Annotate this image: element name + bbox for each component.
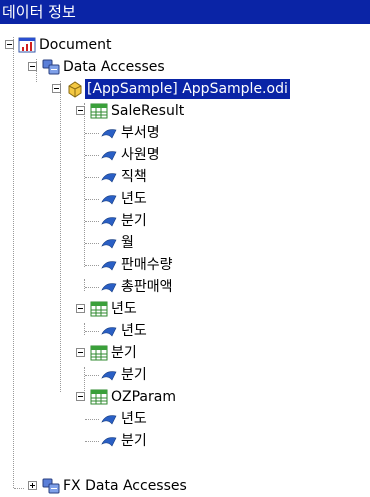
tree-field[interactable]: 년도 [0,188,370,210]
tree-label-field: 분기 [121,213,147,229]
collapse-toggle[interactable] [52,84,61,93]
tree-node-saleresult[interactable]: SaleResult [0,100,370,122]
field-icon [101,217,117,227]
field-icon [101,283,117,293]
tree-label-field: 년도 [121,323,147,339]
document-chart-icon [18,37,36,53]
tree-node-data-accesses[interactable]: Data Accesses [0,56,370,78]
tree-label-field: 년도 [121,191,147,207]
field-icon [101,195,117,205]
tree-label-set-quarter: 분기 [111,345,137,361]
tree-field[interactable]: 총판매액 [0,276,370,298]
field-icon [101,371,117,381]
tree-field[interactable]: 판매수량 [0,254,370,276]
tree-label-field: 판매수량 [121,257,173,273]
tree-label-field: 총판매액 [121,279,173,295]
tree-label-saleresult: SaleResult [111,103,185,119]
tree-label-field: 부서명 [121,125,160,141]
collapse-toggle[interactable] [76,106,85,115]
tree-node-fx-data-accesses[interactable]: FX Data Accesses [0,475,370,497]
tree-label-data-accesses: Data Accesses [63,59,165,75]
dataset-table-icon [90,301,108,317]
dataset-table-icon [90,103,108,119]
panel-title: 데이터 정보 [0,0,370,24]
database-group-icon [42,478,60,494]
tree-node-set-year[interactable]: 년도 [0,298,370,320]
field-icon [101,173,117,183]
dataset-table-icon [90,345,108,361]
tree-field[interactable]: 년도 [0,320,370,342]
tree-field[interactable]: 분기 [0,430,370,452]
tree-field[interactable]: 분기 [0,364,370,386]
collapse-toggle[interactable] [76,304,85,313]
tree-label-field: 사원명 [121,147,160,163]
collapse-toggle[interactable] [76,392,85,401]
tree-label-fx-data-accesses: FX Data Accesses [63,478,187,494]
tree-field[interactable]: 분기 [0,210,370,232]
tree-label-ozparam: OZParam [111,389,176,405]
field-icon [101,129,117,139]
database-group-icon [42,59,60,75]
tree-field[interactable]: 직책 [0,166,370,188]
tree-field[interactable]: 월 [0,232,370,254]
field-icon [101,437,117,447]
field-icon [101,239,117,249]
tree-label-datasource: [AppSample] AppSample.odi [85,79,290,99]
tree-node-datasource[interactable]: [AppSample] AppSample.odi [0,78,370,100]
dataset-table-icon [90,389,108,405]
tree-label-document: Document [39,37,112,53]
field-icon [101,151,117,161]
tree-label-field: 분기 [121,367,147,383]
collapse-toggle[interactable] [28,62,37,71]
tree-node-document[interactable]: Document [0,34,370,56]
data-info-panel: 데이터 정보 Document Data Accesses [AppSample… [0,0,370,496]
tree-field[interactable]: 년도 [0,408,370,430]
tree-label-set-year: 년도 [111,301,137,317]
tree-label-field: 직책 [121,169,147,185]
tree-label-field: 월 [121,235,134,251]
tree-node-ozparam[interactable]: OZParam [0,386,370,408]
data-tree[interactable]: Document Data Accesses [AppSample] AppSa… [0,24,370,496]
tree-field[interactable]: 사원명 [0,144,370,166]
tree-label-field: 년도 [121,411,147,427]
field-icon [101,261,117,271]
field-icon [101,415,117,425]
odi-datasource-icon [68,81,82,98]
tree-label-field: 분기 [121,433,147,449]
tree-node-set-quarter[interactable]: 분기 [0,342,370,364]
collapse-toggle[interactable] [76,348,85,357]
collapse-toggle[interactable] [5,40,14,49]
field-icon [101,327,117,337]
expand-toggle[interactable] [28,481,37,490]
tree-field[interactable]: 부서명 [0,122,370,144]
